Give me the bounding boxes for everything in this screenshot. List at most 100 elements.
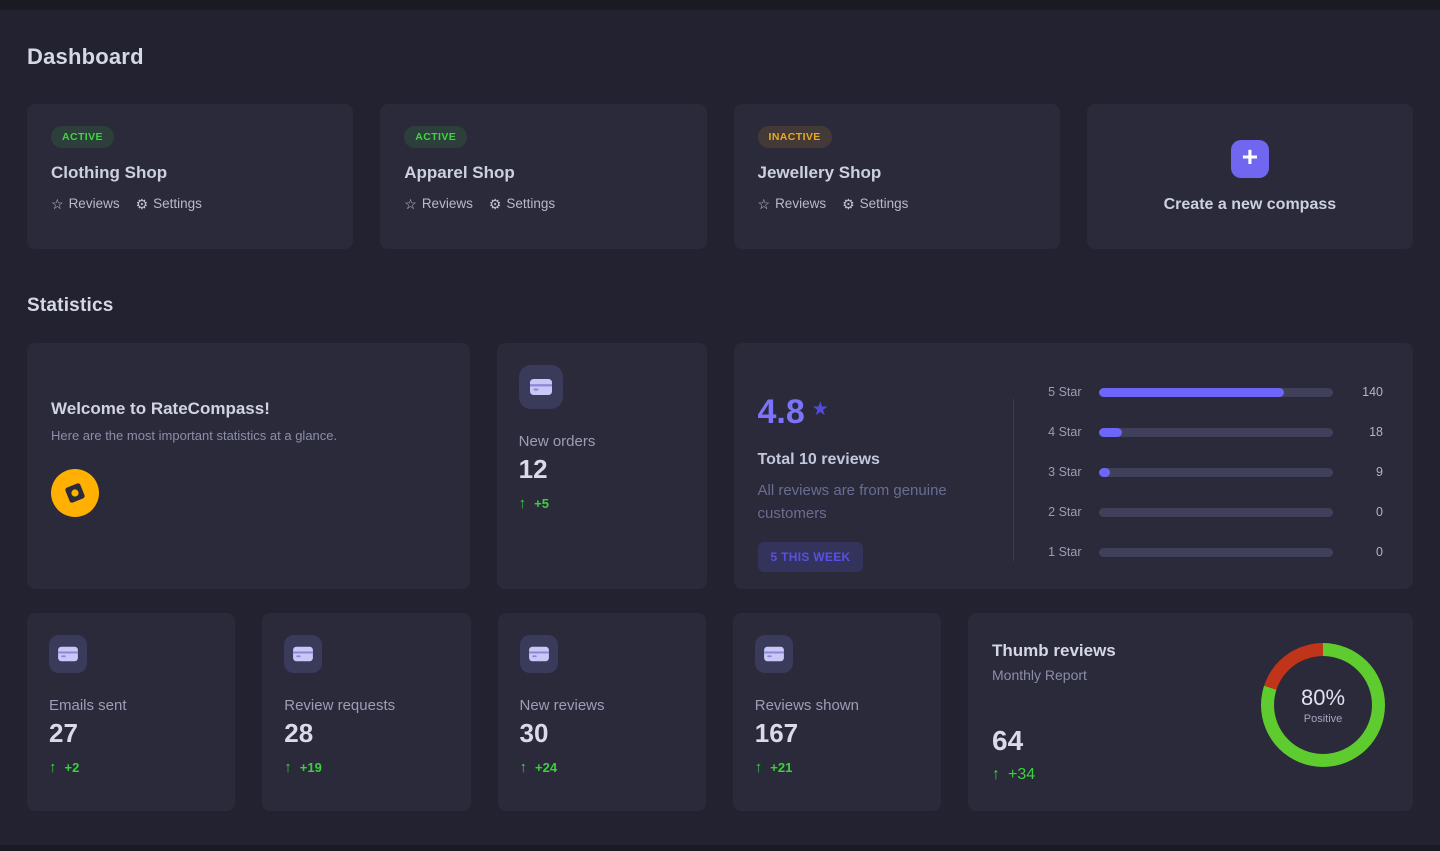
- status-badge: ACTIVE: [404, 126, 467, 148]
- arrow-up-icon: ↑: [992, 766, 1000, 784]
- stat-delta-value: +24: [535, 760, 557, 775]
- thumb-reviews-subtitle: Monthly Report: [992, 667, 1261, 683]
- arrow-up-icon: ↑: [49, 759, 57, 776]
- shop-name: Jewellery Shop: [758, 163, 1036, 183]
- star-bar-fill: [1099, 428, 1122, 437]
- star-bar-fill: [1099, 388, 1284, 397]
- star-distribution-chart: 5 Star 140 4 Star 18 3 Star 9 2 Star0 1 Star 0: [1014, 343, 1384, 589]
- credit-card-icon: [520, 635, 558, 673]
- star-row: 3 Star 9: [1036, 465, 1384, 479]
- reviews-link[interactable]: ☆ Reviews: [51, 196, 120, 211]
- star-row: 4 Star 18: [1036, 425, 1384, 439]
- credit-card-icon: [519, 365, 563, 409]
- gear-icon: ⚙: [842, 197, 855, 211]
- stat-value: 27: [49, 718, 213, 749]
- this-week-badge: 5 THIS WEEK: [758, 542, 864, 572]
- credit-card-icon: [284, 635, 322, 673]
- thumb-reviews-donut-chart: 80% Positive: [1261, 643, 1385, 767]
- stat-card-emails-sent: Emails sent 27 ↑ +2: [27, 613, 235, 811]
- shop-card-clothing: ACTIVE Clothing Shop ☆ Reviews ⚙ Setting…: [27, 104, 353, 249]
- donut-sublabel: Positive: [1304, 713, 1343, 725]
- arrow-up-icon: ↑: [755, 759, 763, 776]
- star-row-count: 140: [1349, 385, 1383, 399]
- stat-label: New reviews: [520, 697, 684, 714]
- credit-card-icon: [49, 635, 87, 673]
- stat-delta-value: +2: [65, 760, 80, 775]
- stat-card-new-reviews: New reviews 30 ↑ +24: [498, 613, 706, 811]
- star-row-count: 18: [1349, 425, 1383, 439]
- shop-card-apparel: ACTIVE Apparel Shop ☆ Reviews ⚙ Settings: [380, 104, 706, 249]
- star-bar-track: [1099, 548, 1334, 557]
- donut-center-label: 80% Positive: [1261, 643, 1385, 767]
- stat-value: 167: [755, 718, 919, 749]
- reviews-link[interactable]: ☆ Reviews: [758, 196, 827, 211]
- statistics-bottom-row: Emails sent 27 ↑ +2 Review requests 28 ↑…: [27, 613, 1413, 811]
- shop-links: ☆ Reviews ⚙ Settings: [404, 196, 682, 211]
- settings-link[interactable]: ⚙ Settings: [489, 196, 555, 211]
- rating-score: 4.8: [758, 395, 805, 429]
- reviews-link-label: Reviews: [775, 196, 826, 211]
- stat-value: 28: [284, 718, 448, 749]
- dashboard-page: Dashboard ACTIVE Clothing Shop ☆ Reviews…: [0, 0, 1440, 811]
- stat-delta-value: +34: [1008, 766, 1035, 784]
- settings-link-label: Settings: [153, 196, 202, 211]
- rating-total-label: Total 10 reviews: [758, 451, 1013, 469]
- star-row-label: 5 Star: [1036, 385, 1082, 399]
- stat-delta: ↑ +2: [49, 759, 213, 776]
- star-icon: ☆: [51, 197, 64, 211]
- stat-card-reviews-shown: Reviews shown 167 ↑ +21: [733, 613, 941, 811]
- thumb-reviews-value: 64: [992, 725, 1261, 757]
- star-row-label: 2 Star: [1036, 505, 1082, 519]
- settings-link[interactable]: ⚙ Settings: [136, 196, 202, 211]
- star-row-count: 9: [1349, 465, 1383, 479]
- stat-value: 30: [520, 718, 684, 749]
- settings-link-label: Settings: [506, 196, 555, 211]
- ratecompass-logo-icon: [51, 469, 99, 517]
- create-compass-label: Create a new compass: [1164, 196, 1337, 214]
- star-bar-track: [1099, 468, 1334, 477]
- reviews-link-label: Reviews: [69, 196, 120, 211]
- stat-label: Reviews shown: [755, 697, 919, 714]
- stat-delta: ↑ +34: [992, 766, 1261, 784]
- statistics-heading: Statistics: [27, 295, 1413, 317]
- window-top-edge: [0, 0, 1440, 10]
- star-row: 5 Star 140: [1036, 385, 1384, 399]
- reviews-link[interactable]: ☆ Reviews: [404, 196, 473, 211]
- star-icon: ★: [812, 398, 829, 421]
- settings-link[interactable]: ⚙ Settings: [842, 196, 908, 211]
- stat-delta: ↑ +21: [755, 759, 919, 776]
- stat-card-review-requests: Review requests 28 ↑ +19: [262, 613, 470, 811]
- statistics-top-row: Welcome to RateCompass! Here are the mos…: [27, 343, 1413, 589]
- star-row-label: 3 Star: [1036, 465, 1082, 479]
- thumb-reviews-card: Thumb reviews Monthly Report 64 ↑ +34 80…: [968, 613, 1413, 811]
- stat-delta: ↑ +24: [520, 759, 684, 776]
- rating-score-row: 4.8 ★: [758, 395, 1013, 429]
- star-bar-track: [1099, 508, 1334, 517]
- thumb-reviews-title: Thumb reviews: [992, 641, 1261, 661]
- welcome-subtitle: Here are the most important statistics a…: [51, 428, 446, 443]
- star-icon: ☆: [758, 197, 771, 211]
- window-bottom-edge: [0, 845, 1440, 851]
- star-icon: ☆: [404, 197, 417, 211]
- star-row-label: 4 Star: [1036, 425, 1082, 439]
- star-row-label: 1 Star: [1036, 545, 1082, 559]
- stat-delta-value: +19: [300, 760, 322, 775]
- stat-label: Emails sent: [49, 697, 213, 714]
- settings-link-label: Settings: [860, 196, 909, 211]
- plus-icon[interactable]: +: [1231, 140, 1269, 178]
- star-row: 2 Star0: [1036, 505, 1384, 519]
- shop-links: ☆ Reviews ⚙ Settings: [51, 196, 329, 211]
- donut-percent: 80%: [1301, 685, 1345, 711]
- stat-delta-value: +5: [534, 496, 549, 511]
- create-compass-card[interactable]: + Create a new compass: [1087, 104, 1413, 249]
- rating-subtitle: All reviews are from genuine customers: [758, 479, 958, 526]
- stat-label: New orders: [519, 433, 685, 450]
- welcome-title: Welcome to RateCompass!: [51, 399, 446, 419]
- status-badge: INACTIVE: [758, 126, 832, 148]
- shop-card-jewellery: INACTIVE Jewellery Shop ☆ Reviews ⚙ Sett…: [734, 104, 1060, 249]
- star-row-count: 0: [1349, 545, 1383, 559]
- shop-name: Clothing Shop: [51, 163, 329, 183]
- gear-icon: ⚙: [489, 197, 502, 211]
- stat-card-new-orders: New orders 12 ↑ +5: [497, 343, 707, 589]
- page-title: Dashboard: [27, 0, 1413, 70]
